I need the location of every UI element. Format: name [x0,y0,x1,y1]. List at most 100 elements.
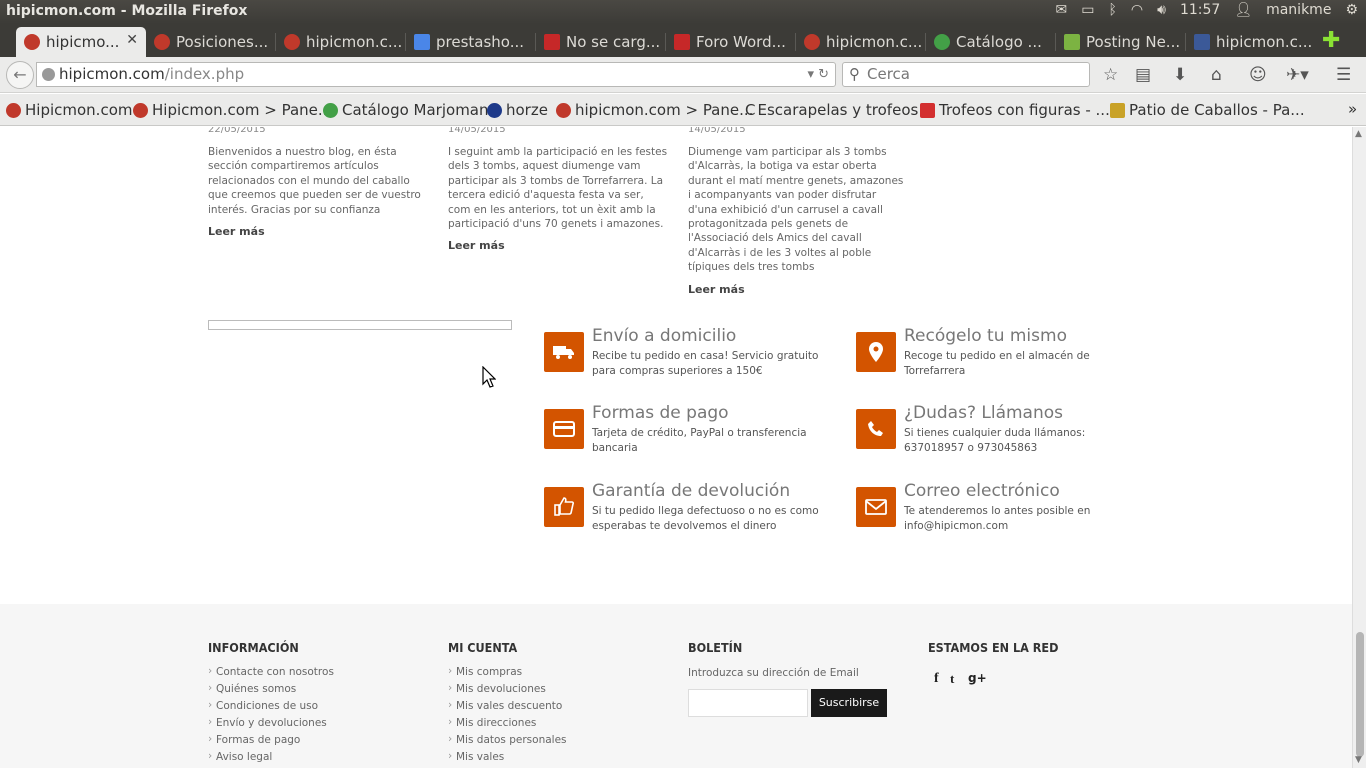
clock[interactable]: 11:57 [1180,2,1220,18]
bookmark-label: Patio de Caballos - Pa... [1129,101,1305,119]
footer-heading: ESTAMOS EN LA RED [928,640,1059,655]
read-more-link[interactable]: Leer más [448,239,668,253]
post-date: 14/05/2015 [688,127,746,135]
tab-7[interactable]: Catálogo ... [926,27,1056,57]
feature-title: ¿Dudas? Llámanos [904,403,1064,423]
bookmark-label: Escarapelas y trofeos [757,101,919,119]
facebook-icon[interactable]: f [934,671,939,687]
post-date: 22/05/2015 [208,127,266,135]
addon-icon[interactable]: ✈▾ [1286,65,1309,85]
user-icon[interactable]: 👤︎ [1234,2,1252,18]
bookmark-item[interactable]: Trofeos con figuras - ... [920,101,1110,119]
search-placeholder: Cerca [867,65,910,83]
favicon-icon [284,34,300,50]
bookmark-item[interactable]: Catálogo Marjoman [323,101,489,119]
bookmarks-overflow-icon[interactable]: » [1348,100,1357,118]
battery-icon[interactable]: ▭ [1081,2,1094,18]
bookmark-item[interactable]: Hipicmon.com [6,101,132,119]
bookmark-item[interactable]: horze [487,101,548,119]
reading-list-icon[interactable]: ▤ [1135,65,1151,85]
mouse-cursor-icon [482,366,496,388]
footer-link[interactable]: Mis compras [448,665,567,683]
feature-title: Formas de pago [592,403,729,423]
feature-desc: Recoge tu pedido en el almacén de Torref… [904,350,1090,377]
bookmark-item[interactable]: Patio de Caballos - Pa... [1110,101,1305,119]
reload-icon[interactable]: ▾ ↻ [807,63,829,86]
favicon-icon [323,102,338,118]
footer-newsletter-column: BOLETÍN [688,640,742,666]
url-bar[interactable]: hipicmon.com/index.php ▾ ↻ [36,62,836,87]
volume-icon[interactable]: 🔊︎ [1157,2,1166,18]
search-input[interactable]: ⚲ Cerca [842,62,1090,87]
footer-link[interactable]: Condiciones de uso [208,699,334,717]
newsletter-email-input[interactable] [688,689,808,717]
footer-link[interactable]: Aviso legal [208,750,334,768]
favicon-icon [24,34,40,50]
bookmark-label: Hipicmon.com [25,101,133,119]
footer-account-column: MI CUENTA Mis compras Mis devoluciones M… [448,640,567,768]
footer-link[interactable]: Quiénes somos [208,682,334,700]
tab-8[interactable]: Posting Ne... [1056,27,1186,57]
favicon-icon [556,102,571,118]
close-tab-icon[interactable]: ✕ [126,32,138,48]
download-icon[interactable]: ⬇ [1173,65,1187,85]
back-button[interactable]: ← [6,61,34,89]
footer-link[interactable]: Contacte con nosotros [208,665,334,683]
scrollbar-thumb[interactable] [1356,632,1364,757]
bookmark-star-icon[interactable]: ☆ [1103,65,1118,85]
tab-label: No se carg... [566,33,661,51]
google-plus-icon[interactable]: g+ [968,671,987,685]
footer-heading: MI CUENTA [448,640,518,655]
tab-label: Catálogo ... [956,33,1042,51]
footer-link[interactable]: Mis vales [448,750,567,768]
navigation-bar: ← hipicmon.com/index.php ▾ ↻ ⚲ Cerca ☆ ▤… [0,57,1366,93]
footer-link[interactable]: Mis devoluciones [448,682,567,700]
bookmark-item[interactable]: hipicmon.com > Pane... [556,101,753,119]
page-content: 22/05/2015 Bienvenidos a nuestro blog, e… [0,127,1352,768]
user-name[interactable]: manikme [1266,2,1331,18]
search-icon: ⚲ [849,65,860,83]
chat-icon[interactable]: ☺ [1249,65,1267,85]
mail-icon[interactable]: ✉ [1056,2,1068,18]
footer-link[interactable]: Mis direcciones [448,716,567,734]
url-path: /index.php [164,65,245,83]
bookmark-item[interactable]: Hipicmon.com > Pane... [133,101,332,119]
gear-icon[interactable]: ⚙ [1345,2,1358,18]
bookmark-label: Hipicmon.com > Pane... [152,101,333,119]
post-excerpt: Diumenge vam participar als 3 tombs d'Al… [688,146,904,274]
twitter-icon[interactable]: t [950,671,954,687]
read-more-link[interactable]: Leer más [688,283,908,297]
tab-label: hipicmon.c... [826,33,923,51]
feature-title: Envío a domicilio [592,326,737,346]
tab-5[interactable]: Foro Word... [666,27,796,57]
bluetooth-icon[interactable]: ᛒ [1109,2,1117,18]
wifi-icon[interactable]: ◠ [1131,2,1143,18]
tab-1[interactable]: Posiciones... [146,27,276,57]
tab-2[interactable]: hipicmon.c... [276,27,406,57]
new-tab-button[interactable]: ✚ [1322,28,1340,53]
site-footer: INFORMACIÓN Contacte con nosotros Quiéne… [0,604,1352,768]
tab-0[interactable]: hipicmo... ✕ [16,27,146,57]
scroll-up-icon[interactable]: ▲ [1355,129,1362,139]
feature-desc: Si tienes cualquier duda llámanos: 63701… [904,427,1086,454]
footer-link[interactable]: Mis datos personales [448,733,567,751]
footer-link[interactable]: Formas de pago [208,733,334,751]
footer-link[interactable]: Mis vales descuento [448,699,567,717]
tab-6[interactable]: hipicmon.c... [796,27,926,57]
menu-icon[interactable]: ☰ [1336,65,1351,85]
tab-3[interactable]: prestasho... [406,27,536,57]
footer-link[interactable]: Envío y devoluciones [208,716,334,734]
favicon-icon [154,34,170,50]
tab-9[interactable]: hipicmon.c... [1186,27,1316,57]
tab-4[interactable]: No se carg... [536,27,666,57]
read-more-link[interactable]: Leer más [208,225,428,239]
subscribe-button[interactable]: Suscribirse [811,689,887,717]
map-pin-icon [856,332,896,372]
page-scrollbar[interactable]: ▲ ▼ [1352,127,1366,768]
blog-post: 14/05/2015 I seguint amb la participació… [448,127,668,254]
scroll-down-icon[interactable]: ▼ [1355,755,1362,765]
newsletter-label: Introduzca su dirección de Email [688,667,859,679]
bookmark-item[interactable]: C Escarapelas y trofeos [745,101,918,119]
favicon-icon [1064,34,1080,50]
home-icon[interactable]: ⌂ [1211,65,1222,85]
